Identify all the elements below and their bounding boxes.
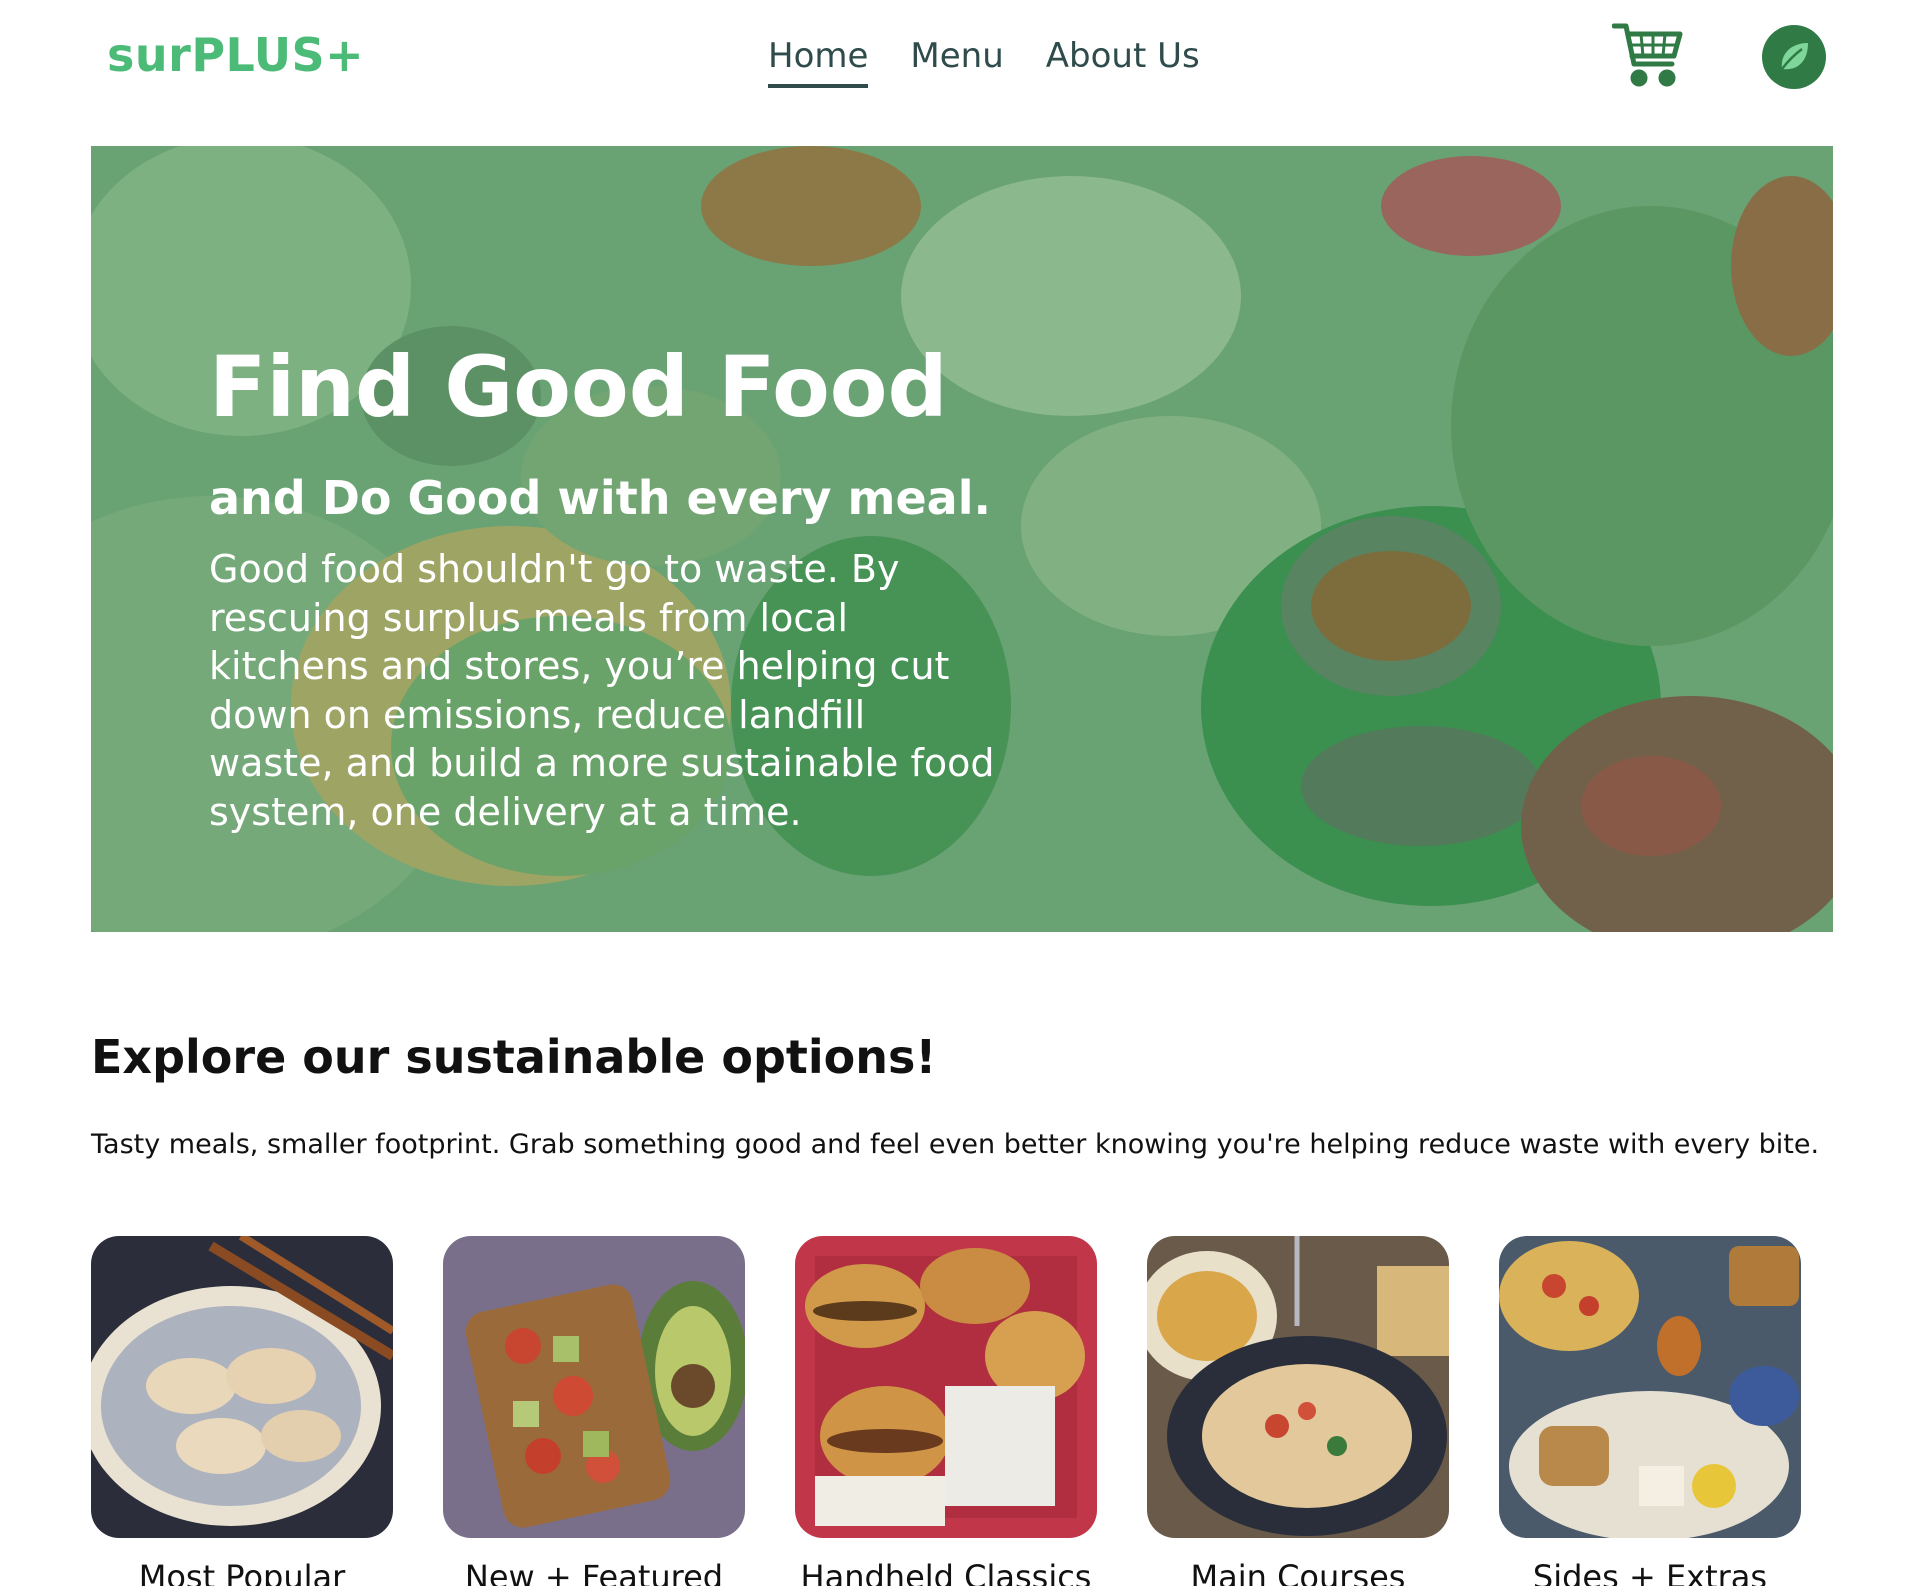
- explore-title: Explore our sustainable options!: [91, 1030, 937, 1084]
- hero-banner: Find Good Food and Do Good with every me…: [91, 146, 1833, 932]
- pasta-bowl-image: [1147, 1236, 1449, 1538]
- hero-description: Good food shouldn't go to waste. By resc…: [209, 547, 995, 834]
- avatar[interactable]: [1762, 25, 1826, 89]
- nav-about-us[interactable]: About Us: [1046, 36, 1200, 88]
- dumplings-image: [91, 1236, 393, 1538]
- avocado-toast-image: [443, 1236, 745, 1538]
- category-label: New + Featured: [464, 1558, 724, 1586]
- logo[interactable]: surPLUS+: [107, 28, 364, 82]
- category-label: Handheld Classics: [800, 1558, 1092, 1586]
- burgers-image: [795, 1236, 1097, 1538]
- category-label: Main Courses: [1190, 1558, 1406, 1586]
- category-handheld-classics[interactable]: Handheld Classics: [795, 1236, 1097, 1586]
- category-main-courses[interactable]: Main Courses: [1147, 1236, 1449, 1586]
- shopping-cart-icon[interactable]: [1611, 20, 1684, 90]
- nav-menu[interactable]: Menu: [910, 36, 1003, 88]
- hero-title: Find Good Food: [209, 338, 948, 436]
- nav-home[interactable]: Home: [768, 36, 869, 88]
- category-most-popular[interactable]: Most Popular: [91, 1236, 393, 1586]
- category-new-featured[interactable]: New + Featured: [443, 1236, 745, 1586]
- category-label: Sides + Extras: [1532, 1558, 1768, 1586]
- leaf-icon: [1781, 43, 1808, 70]
- hero-text-block: Find Good Food and Do Good with every me…: [209, 341, 1129, 836]
- hero-subtitle: and Do Good with every meal.: [209, 471, 991, 526]
- sides-spread-image: [1499, 1236, 1801, 1538]
- category-sides-extras[interactable]: Sides + Extras: [1499, 1236, 1801, 1586]
- main-nav: Home Menu About Us: [768, 36, 1200, 88]
- category-label: Most Popular: [138, 1558, 346, 1586]
- category-list: Most Popular New + Featured Handheld Cla…: [91, 1236, 1851, 1586]
- explore-description: Tasty meals, smaller footprint. Grab som…: [91, 1129, 1820, 1160]
